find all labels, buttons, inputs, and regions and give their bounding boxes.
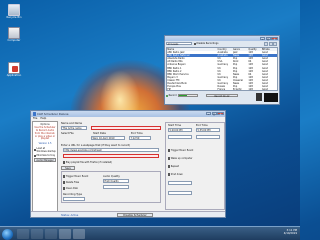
tuner-window: – □ ✕ All Levels Disable Recordings Name… (164, 35, 280, 105)
taskbar-scheduler-icon[interactable] (59, 229, 71, 239)
wake-up-check[interactable]: Wake up computer (168, 157, 192, 160)
start-button[interactable] (2, 228, 13, 240)
startup-check[interactable]: Load at Windows startup (34, 147, 56, 153)
toolbar-btn-2[interactable] (268, 42, 273, 46)
computer-icon (8, 27, 20, 39)
disable-scheduler-button[interactable]: Disable Scheduler (117, 212, 153, 217)
start-date-label: Start Date (93, 132, 106, 135)
start-time-input[interactable]: 5:20:00 PM (168, 128, 192, 132)
audio-format-select[interactable] (103, 185, 129, 189)
application-icon (8, 62, 20, 74)
speaker-icon (256, 93, 262, 101)
table-cell: Eclectic (232, 88, 242, 91)
trigger-event-check[interactable]: Trigger Music Event (168, 149, 193, 152)
record-progress (178, 94, 198, 97)
left-panel-text: Use the Scheduler to Record Audio from t… (34, 126, 56, 141)
audio-manager-button[interactable]: Audio Manager (34, 158, 56, 163)
desktop-icon-recycle-bin[interactable]: Recycle Bin (3, 4, 25, 20)
desktop-icon-label: Application (6, 74, 22, 77)
audio-quality-label: Audio Quality (103, 175, 120, 178)
left-panel: Options Use the Scheduler to Record Audi… (32, 121, 58, 217)
minimize-button[interactable]: – (260, 36, 265, 41)
status-bar: Status: Active Disable Scheduler (31, 211, 225, 217)
end-time-label: End Time (131, 132, 143, 135)
window-title: CLIP Scheduler Deluxe (37, 112, 69, 117)
status-text: Status: Active (61, 213, 79, 217)
toolbar-btn-1[interactable] (264, 42, 268, 46)
repeat-check[interactable]: Repeat (168, 165, 179, 168)
recording-type-label: Recording Type (63, 193, 83, 196)
system-clock[interactable]: 3:11 PM 4/10/2019 (284, 229, 297, 236)
recycle-bin-icon (8, 4, 20, 16)
shutdown-select[interactable] (168, 191, 192, 195)
scheduler-window: CLIP Scheduler Deluxe – □ ✕ File Help Op… (30, 110, 226, 218)
highlighted-field[interactable] (91, 126, 161, 130)
taskbar: 3:11 PM 4/10/2019 (0, 226, 300, 240)
start-date-input-2[interactable] (168, 135, 192, 139)
taskbar-ie-icon[interactable] (17, 229, 29, 239)
select-file-label: Select File (61, 132, 74, 135)
end-time-input[interactable]: 7:12:50 (129, 136, 151, 140)
maximize-button[interactable]: □ (265, 36, 271, 41)
clean-disk-check[interactable]: Clean Disk (63, 187, 78, 190)
end-date-input-2[interactable] (196, 135, 220, 139)
desktop-icon-computer[interactable]: Computer (3, 27, 25, 43)
app-icon (32, 112, 36, 116)
save-button[interactable]: Save (61, 166, 75, 170)
desktop-icon-label: Recycle Bin (6, 16, 22, 19)
maximize-button[interactable]: □ (211, 111, 217, 116)
close-button[interactable]: ✕ (217, 111, 224, 116)
table-cell: 128 (248, 88, 253, 91)
station-table[interactable]: Name Country Genre Quality Bitrate ABC R… (166, 47, 278, 91)
url-input[interactable]: http://www.example.com/stream (63, 148, 159, 152)
desktop-icon-label: Computer (7, 39, 21, 42)
delete-files-check[interactable]: Delete Files (63, 181, 79, 184)
name-input[interactable]: This Is the name (61, 126, 87, 130)
name-label: Name and Name (61, 122, 83, 125)
tray-check[interactable]: Minimize to tray (34, 154, 56, 157)
record-on-air-button[interactable]: Record On Air (206, 93, 238, 97)
close-button[interactable]: ✕ (271, 36, 278, 41)
end-time-label-2: End Time (196, 124, 208, 127)
repeat-select[interactable] (168, 181, 192, 185)
level-select[interactable]: All Levels (166, 41, 192, 46)
taskbar-media-icon[interactable] (45, 229, 57, 239)
table-row[interactable]: FIP France Eclectic 128 Good (167, 88, 277, 91)
highlighted-url-field[interactable] (63, 154, 159, 158)
taskbar-explorer-icon[interactable] (31, 229, 43, 239)
recording-type-select[interactable] (63, 197, 85, 201)
trigger-music-check[interactable]: Trigger Music Event (63, 175, 88, 178)
start-date-input[interactable]: Wed, 10 April 2019 (91, 136, 125, 140)
action-label: Enter a URL for a webpage that (If they … (61, 144, 131, 147)
end-time-input-2[interactable]: 5:35:00 PM (196, 128, 220, 132)
waveform-display (264, 93, 278, 102)
firefox-option-check[interactable]: Play playlist file with Firefox (if inst… (63, 161, 112, 164)
table-cell: FIP (167, 88, 171, 91)
record-indicator: Record (166, 94, 177, 97)
taskbar-tuner-icon[interactable] (73, 229, 85, 239)
disable-recordings-check[interactable]: Disable Recordings (194, 42, 218, 45)
toolbar-btn-3[interactable] (273, 42, 277, 46)
audio-quality-select[interactable]: High Quality (103, 179, 129, 183)
start-time-label: Start Time (168, 124, 182, 127)
table-cell: Good (261, 88, 268, 91)
table-cell: France (217, 88, 226, 91)
menu-bar: File Help (31, 117, 225, 121)
minimize-button[interactable]: – (206, 111, 211, 116)
desktop-icon-application[interactable]: Application (3, 62, 25, 78)
shutdown-check[interactable]: Shut down (168, 173, 183, 176)
version-text: Version 1.5 (38, 142, 52, 146)
